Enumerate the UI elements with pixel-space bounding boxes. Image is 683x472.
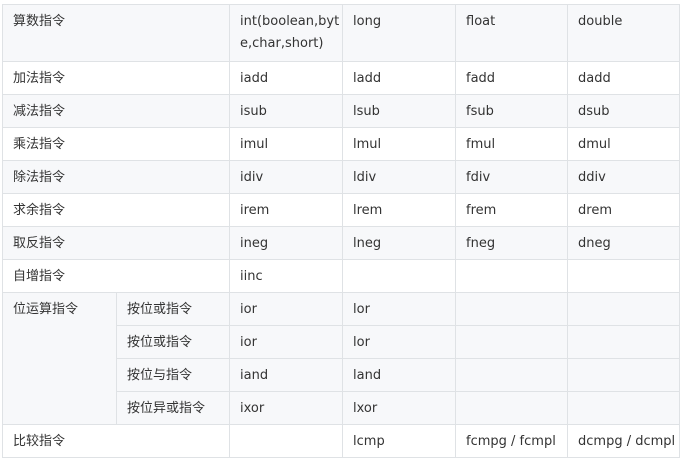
long-cell: lor <box>342 325 457 359</box>
long-cell: lxor <box>342 391 457 425</box>
float-cell: fcmpg / fcmpl <box>455 424 569 458</box>
long-cell: lmul <box>342 127 457 161</box>
float-cell <box>455 259 569 293</box>
float-cell: frem <box>455 193 569 227</box>
bitwise-group-cell: 位运算指令 <box>2 292 117 425</box>
table-row: 自增指令 iinc <box>1 259 681 293</box>
instruction-name-cell: 取反指令 <box>1 226 231 260</box>
int-cell: idiv <box>229 160 344 194</box>
header-int-types-cell: int(boolean,byte,char,short) <box>229 4 344 62</box>
int-cell: isub <box>229 94 344 128</box>
double-cell: ddiv <box>567 160 681 194</box>
long-cell: ldiv <box>342 160 457 194</box>
double-cell: dcmpg / dcmpl <box>567 424 681 458</box>
double-cell <box>567 259 681 293</box>
double-cell <box>567 325 681 359</box>
long-cell: land <box>342 358 457 392</box>
double-cell: dneg <box>567 226 681 260</box>
double-cell: drem <box>567 193 681 227</box>
instruction-name-cell: 减法指令 <box>1 94 231 128</box>
header-long-cell: long <box>342 4 457 62</box>
float-cell <box>455 292 569 326</box>
bitwise-sub-name-cell: 按位或指令 <box>115 325 231 359</box>
long-cell: lcmp <box>342 424 457 458</box>
float-cell <box>455 325 569 359</box>
instruction-name-cell: 自增指令 <box>1 259 231 293</box>
int-cell: ineg <box>229 226 344 260</box>
table-row: 求余指令 irem lrem frem drem <box>1 193 681 227</box>
int-cell: ior <box>229 325 344 359</box>
instruction-name-cell: 乘法指令 <box>1 127 231 161</box>
instruction-name-cell: 加法指令 <box>1 61 231 95</box>
table-row: 比较指令 lcmp fcmpg / fcmpl dcmpg / dcmpl <box>1 424 681 458</box>
long-cell: lsub <box>342 94 457 128</box>
table-row: 除法指令 idiv ldiv fdiv ddiv <box>1 160 681 194</box>
float-cell: fdiv <box>455 160 569 194</box>
header-float-cell: float <box>455 4 569 62</box>
double-cell: dsub <box>567 94 681 128</box>
double-cell <box>567 391 681 425</box>
int-cell: iinc <box>229 259 344 293</box>
table-row-bitwise: 位运算指令 按位或指令 ior lor <box>2 292 681 425</box>
float-cell: fsub <box>455 94 569 128</box>
bitwise-sub-name-cell: 按位与指令 <box>115 358 231 392</box>
header-double-cell: double <box>567 4 681 62</box>
long-cell: ladd <box>342 61 457 95</box>
int-cell: iand <box>229 358 344 392</box>
int-cell: iadd <box>229 61 344 95</box>
double-cell <box>567 358 681 392</box>
int-cell: ixor <box>229 391 344 425</box>
bitwise-sub-name-cell: 按位或指令 <box>115 292 231 326</box>
instruction-name-cell: 求余指令 <box>1 193 231 227</box>
double-cell: dmul <box>567 127 681 161</box>
table-row: 取反指令 ineg lneg fneg dneg <box>1 226 681 260</box>
table-row-header: 算数指令 int(boolean,byte,char,short) long f… <box>1 4 681 62</box>
arithmetic-instruction-table: 算数指令 int(boolean,byte,char,short) long f… <box>1 4 681 458</box>
header-category-cell: 算数指令 <box>1 4 231 62</box>
table-row: 乘法指令 imul lmul fmul dmul <box>1 127 681 161</box>
int-cell: ior <box>229 292 344 326</box>
int-cell: imul <box>229 127 344 161</box>
int-cell: irem <box>229 193 344 227</box>
instruction-name-cell: 比较指令 <box>1 424 231 458</box>
table-row: 减法指令 isub lsub fsub dsub <box>1 94 681 128</box>
long-cell: lrem <box>342 193 457 227</box>
double-cell <box>567 292 681 326</box>
bitwise-sub-name-cell: 按位异或指令 <box>115 391 231 425</box>
long-cell <box>342 259 457 293</box>
float-cell: fadd <box>455 61 569 95</box>
int-cell <box>229 424 344 458</box>
float-cell <box>455 391 569 425</box>
float-cell: fmul <box>455 127 569 161</box>
instruction-name-cell: 除法指令 <box>1 160 231 194</box>
float-cell <box>455 358 569 392</box>
long-cell: lor <box>342 292 457 326</box>
table-row: 加法指令 iadd ladd fadd dadd <box>1 61 681 95</box>
double-cell: dadd <box>567 61 681 95</box>
long-cell: lneg <box>342 226 457 260</box>
float-cell: fneg <box>455 226 569 260</box>
